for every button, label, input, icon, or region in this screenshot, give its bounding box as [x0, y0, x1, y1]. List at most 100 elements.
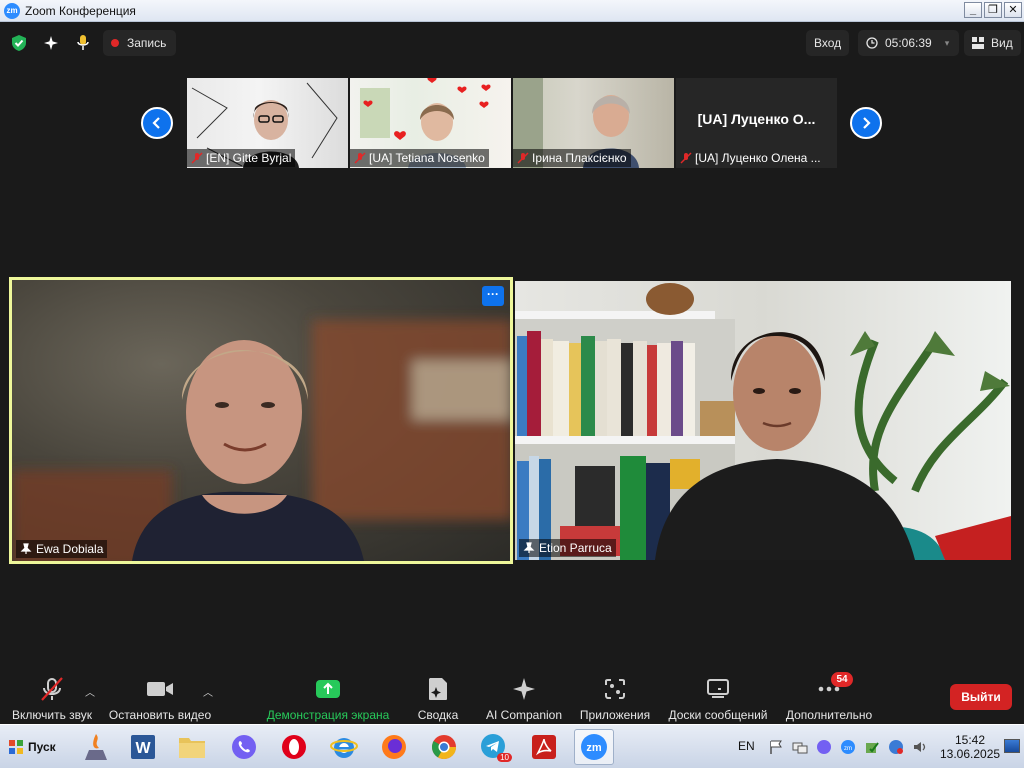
tile-name: Ewa Dobiala: [36, 542, 104, 556]
ai-sparkle-icon[interactable]: [40, 32, 62, 54]
tile-name-tag: Ewa Dobiala: [16, 540, 108, 558]
share-screen-icon: [315, 676, 341, 702]
close-button[interactable]: ✕: [1004, 2, 1022, 18]
summary-button[interactable]: Сводка: [416, 676, 460, 722]
thumbnails-next-button[interactable]: [850, 107, 882, 139]
tile-more-button[interactable]: ···: [482, 286, 504, 306]
pin-icon: [20, 543, 32, 554]
thumbnail-name: [UA] Tetiana Nosenko: [369, 151, 485, 165]
mic-muted-icon: [39, 676, 65, 702]
viber-icon: [232, 735, 256, 759]
network-icon[interactable]: [792, 739, 808, 755]
restore-button[interactable]: ❐: [984, 2, 1002, 18]
thumbnails-prev-button[interactable]: [141, 107, 173, 139]
volume-icon[interactable]: [912, 739, 928, 755]
stop-video-button[interactable]: Остановить видео: [108, 676, 212, 722]
participant-thumbnail[interactable]: Ірина Плаксієнко: [513, 78, 674, 168]
ai-companion-button[interactable]: AI Companion: [486, 676, 562, 722]
unmute-label: Включить звук: [11, 708, 93, 722]
folder-icon: [179, 738, 205, 758]
svg-text:zm: zm: [844, 746, 852, 752]
flame-app-icon: [85, 734, 107, 760]
zoom-app-icon: zm: [4, 2, 20, 19]
notification-badge: 54: [831, 672, 853, 687]
flag-icon[interactable]: [768, 739, 784, 755]
start-button[interactable]: Пуск: [2, 735, 62, 759]
viber-tray-icon[interactable]: [816, 739, 832, 755]
zoom-window: zm Zoom Конференция _ ❐ ✕ Запись Вход 05…: [0, 0, 1024, 768]
mic-muted-icon: [680, 152, 692, 164]
security-tray-icon[interactable]: [864, 739, 880, 755]
internet-explorer-icon: [330, 738, 358, 758]
pdf-reader-icon: [532, 735, 556, 759]
taskbar-clock[interactable]: 15:42 13.06.2025: [940, 733, 1000, 761]
unmute-button[interactable]: Включить звук: [10, 676, 94, 722]
opera-icon: [282, 735, 306, 759]
show-desktop-button[interactable]: [1004, 739, 1020, 753]
ai-sparkle-icon: [511, 676, 537, 702]
participant-thumbnail[interactable]: [EN] Gitte Byrjal: [187, 78, 348, 168]
audio-options-chevron-up-icon[interactable]: ︿: [85, 684, 95, 699]
thumbnail-name: [EN] Gitte Byrjal: [206, 151, 292, 165]
view-button[interactable]: Вид: [964, 30, 1021, 56]
input-language[interactable]: EN: [738, 739, 755, 753]
share-screen-button[interactable]: Демонстрация экрана: [266, 676, 390, 722]
thumbnail-display-name: [UA] Луценко О...: [697, 111, 816, 127]
update-tray-icon[interactable]: [888, 739, 904, 755]
taskbar-app-chrome[interactable]: [424, 729, 464, 765]
record-button[interactable]: Запись: [103, 30, 177, 56]
mic-level-icon[interactable]: [72, 32, 94, 54]
security-shield-icon[interactable]: [8, 32, 30, 54]
minimize-button[interactable]: _: [964, 2, 982, 18]
mic-muted-icon: [354, 152, 366, 164]
view-label: Вид: [991, 36, 1013, 50]
thumbnail-name-tag: [EN] Gitte Byrjal: [187, 149, 296, 167]
window-title: Zoom Конференция: [25, 3, 136, 18]
meeting-topbar: Запись Вход 05:06:39 ▾ Вид: [0, 22, 1024, 64]
tile-name: Etion Parruca: [539, 541, 612, 555]
video-camera-icon: [146, 676, 174, 702]
word-icon: W: [131, 735, 155, 759]
thumbnail-name-tag: [UA] Луценко Олена ...: [676, 149, 825, 167]
taskbar-app-ie[interactable]: [324, 729, 364, 765]
leave-button[interactable]: Выйти: [950, 684, 1012, 710]
apps-button[interactable]: Приложения: [578, 676, 652, 722]
taskbar-app-word[interactable]: W: [123, 729, 163, 765]
thumbnail-name-tag: Ірина Плаксієнко: [513, 149, 631, 167]
svg-text:W: W: [135, 740, 151, 757]
apps-icon: [604, 676, 626, 702]
taskbar-app-zoom[interactable]: zm: [574, 729, 614, 765]
thumbnail-name-tag: [UA] Tetiana Nosenko: [350, 149, 489, 167]
meeting-timer[interactable]: 05:06:39 ▾: [858, 30, 960, 56]
signin-button[interactable]: Вход: [806, 30, 850, 56]
share-screen-label: Демонстрация экрана: [266, 708, 390, 722]
taskbar-app-telegram[interactable]: 10: [474, 729, 514, 765]
record-dot-icon: [111, 39, 119, 47]
firefox-icon: [382, 735, 406, 759]
telegram-badge: 10: [497, 753, 512, 762]
start-label: Пуск: [28, 740, 56, 754]
svg-text:zm: zm: [586, 742, 602, 754]
taskbar-app-flame[interactable]: [76, 729, 116, 765]
more-button[interactable]: Дополнительно: [784, 676, 874, 722]
zoom-tray-icon[interactable]: zm: [840, 739, 856, 755]
taskbar-app-opera[interactable]: [274, 729, 314, 765]
taskbar-app-viber[interactable]: [224, 729, 264, 765]
participant-thumbnail-no-video[interactable]: [UA] Луценко О... [UA] Луценко Олена ...: [676, 78, 837, 168]
record-label: Запись: [127, 36, 167, 50]
clock-date: 13.06.2025: [940, 747, 1001, 761]
window-titlebar: zm Zoom Конференция _ ❐ ✕: [0, 0, 1024, 22]
chevron-down-icon: ▾: [944, 37, 950, 48]
thumbnail-name: [UA] Луценко Олена ...: [695, 151, 821, 165]
chevron-left-icon: [152, 117, 160, 129]
taskbar-app-explorer[interactable]: [172, 729, 212, 765]
taskbar-app-pdf[interactable]: [524, 729, 564, 765]
os-taskbar: Пуск W 10 zm EN zm 15:42 13.06.2025: [0, 724, 1024, 768]
participant-thumbnail[interactable]: [UA] Tetiana Nosenko: [350, 78, 511, 168]
video-tile-active-speaker[interactable]: ··· Ewa Dobiala: [9, 277, 513, 564]
docs-button[interactable]: Доски сообщений: [666, 676, 770, 722]
windows-logo-icon: [9, 740, 23, 754]
video-tile[interactable]: Etion Parruca: [515, 281, 1011, 560]
taskbar-app-firefox[interactable]: [374, 729, 414, 765]
video-options-chevron-up-icon[interactable]: ︿: [203, 684, 213, 699]
